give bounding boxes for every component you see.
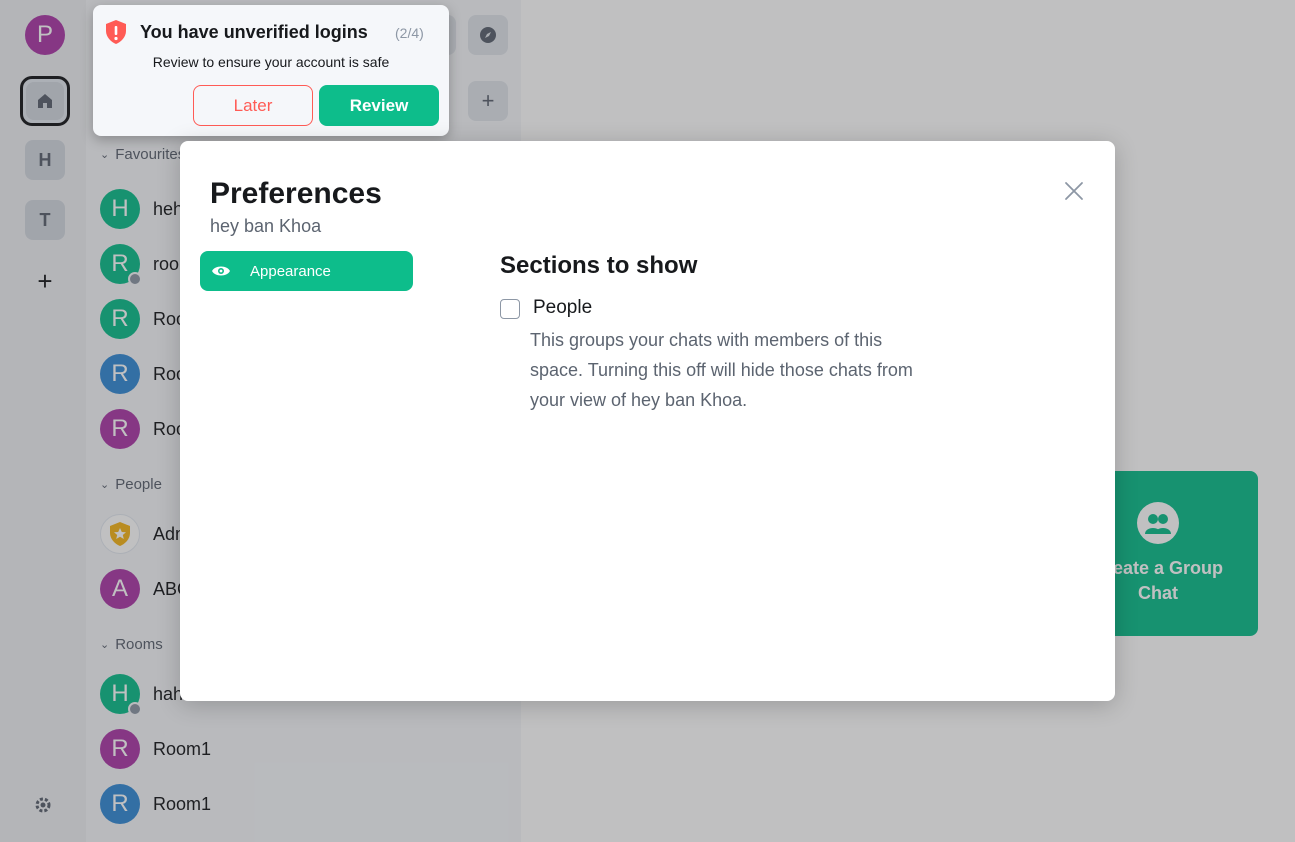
shield-warning-icon xyxy=(106,20,126,44)
eye-icon xyxy=(211,261,231,281)
people-checkbox-label[interactable]: People xyxy=(533,297,592,319)
tab-label: Appearance xyxy=(250,262,331,280)
later-button[interactable]: Later xyxy=(193,85,313,126)
toast-title: You have unverified logins xyxy=(140,22,368,42)
people-checkbox[interactable] xyxy=(500,299,520,319)
preferences-dialog: Preferences hey ban Khoa Appearance Sect… xyxy=(180,141,1115,701)
close-icon xyxy=(1065,182,1083,200)
tab-appearance[interactable]: Appearance xyxy=(200,251,413,291)
dialog-subtitle: hey ban Khoa xyxy=(210,216,322,236)
dialog-title: Preferences xyxy=(210,177,382,210)
people-option-description: This groups your chats with members of t… xyxy=(530,330,913,410)
review-button[interactable]: Review xyxy=(319,85,439,126)
unverified-logins-toast: You have unverified logins (2/4) Review … xyxy=(93,5,449,136)
toast-count: (2/4) xyxy=(395,25,424,41)
toast-description: Review to ensure your account is safe xyxy=(152,54,390,70)
close-button[interactable] xyxy=(1062,179,1086,203)
section-heading: Sections to show xyxy=(500,252,698,279)
